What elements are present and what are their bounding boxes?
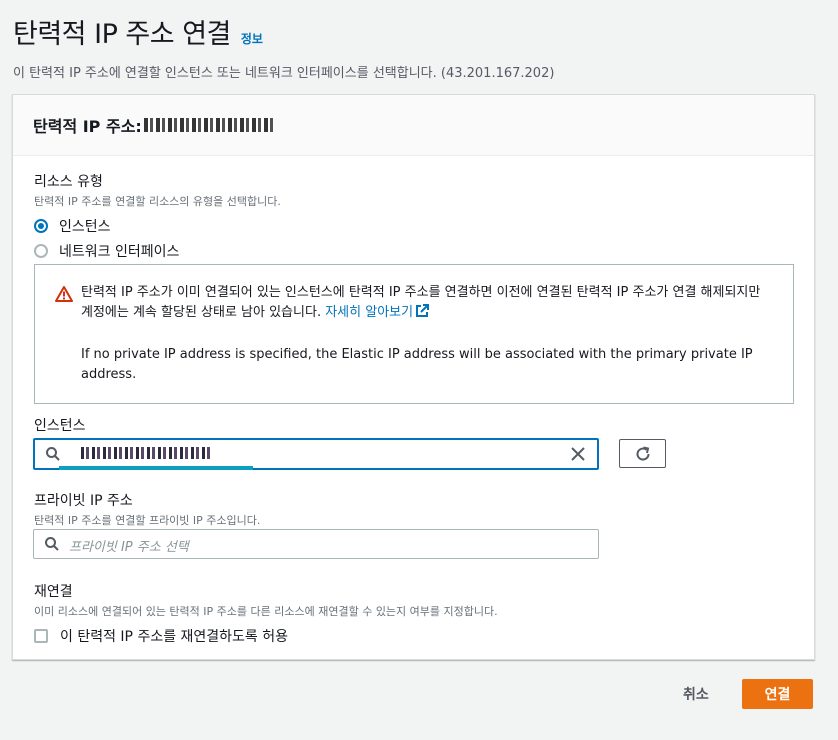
radio-network-interface-label: 네트워크 인터페이스 (59, 243, 180, 260)
selection-highlight (59, 466, 253, 470)
info-link[interactable]: 정보 (241, 30, 263, 47)
external-link-icon (416, 304, 430, 317)
resource-type-section: 리소스 유형 탄력적 IP 주소를 연결할 리소스의 유형을 선택합니다. 인스… (34, 171, 281, 263)
reassociate-checkbox-label: 이 탄력적 IP 주소를 재연결하도록 허용 (60, 629, 289, 645)
resource-type-description: 탄력적 IP 주소를 연결할 리소스의 유형을 선택합니다. (34, 195, 281, 208)
refresh-icon (636, 446, 650, 461)
panel-title: 탄력적 IP 주소: (33, 117, 142, 136)
alert-note: If no private IP address is specified, t… (81, 347, 753, 382)
associate-panel: 탄력적 IP 주소: 리소스 유형 탄력적 IP 주소를 연결할 리소스의 유형… (12, 94, 815, 660)
associate-button[interactable]: 연결 (742, 679, 813, 709)
page-header: 탄력적 IP 주소 연결 정보 (13, 12, 263, 51)
reassociate-description: 이미 리소스에 연결되어 있는 탄력적 IP 주소를 다른 리소스에 재연결할 … (34, 605, 498, 618)
learn-more-label: 자세히 알아보기 (325, 305, 414, 320)
private-ip-placeholder: 프라이빗 IP 주소 선택 (69, 540, 189, 555)
radio-network-interface-button[interactable] (34, 243, 48, 258)
warning-alert: 탄력적 IP 주소가 이미 연결되어 있는 인스턴스에 탄력적 IP 주소를 연… (34, 264, 794, 404)
alert-text: 탄력적 IP 주소가 이미 연결되어 있는 인스턴스에 탄력적 IP 주소를 연… (81, 283, 773, 323)
reassociate-checkbox-row[interactable]: 이 탄력적 IP 주소를 재연결하도록 허용 (34, 626, 498, 646)
instance-value-redacted (81, 447, 211, 463)
search-icon (46, 447, 60, 461)
radio-instance-button[interactable] (34, 218, 48, 233)
redacted-allocation-id (143, 118, 274, 132)
reassociate-checkbox[interactable] (34, 629, 48, 643)
radio-instance-label: 인스턴스 (59, 218, 111, 235)
search-icon (45, 537, 59, 551)
refresh-button[interactable] (619, 439, 666, 468)
learn-more-link[interactable]: 자세히 알아보기 (325, 304, 430, 320)
reassociate-label: 재연결 (34, 584, 73, 600)
warning-icon (55, 286, 73, 302)
private-ip-description: 탄력적 IP 주소를 연결할 프라이빗 IP 주소입니다. (34, 514, 261, 527)
instance-label: 인스턴스 (34, 418, 86, 434)
instance-section: 인스턴스 (34, 415, 86, 435)
private-ip-section: 프라이빗 IP 주소 탄력적 IP 주소를 연결할 프라이빗 IP 주소입니다. (34, 490, 260, 528)
resource-type-label: 리소스 유형 (34, 174, 103, 190)
radio-network-interface[interactable]: 네트워크 인터페이스 (34, 238, 281, 263)
cancel-button[interactable]: 취소 (683, 684, 709, 704)
private-ip-label: 프라이빗 IP 주소 (34, 493, 133, 509)
reassociate-section: 재연결 이미 리소스에 연결되어 있는 탄력적 IP 주소를 다른 리소스에 재… (34, 581, 498, 646)
instance-search-input[interactable] (33, 438, 599, 470)
panel-header: 탄력적 IP 주소: (13, 95, 814, 156)
page-description: 이 탄력적 IP 주소에 연결할 인스턴스 또는 네트워크 인터페이스를 선택합… (13, 66, 555, 81)
private-ip-select[interactable]: 프라이빗 IP 주소 선택 (33, 529, 599, 559)
clear-icon[interactable] (569, 445, 587, 463)
page-title: 탄력적 IP 주소 연결 (13, 19, 231, 50)
radio-instance[interactable]: 인스턴스 (34, 213, 281, 238)
